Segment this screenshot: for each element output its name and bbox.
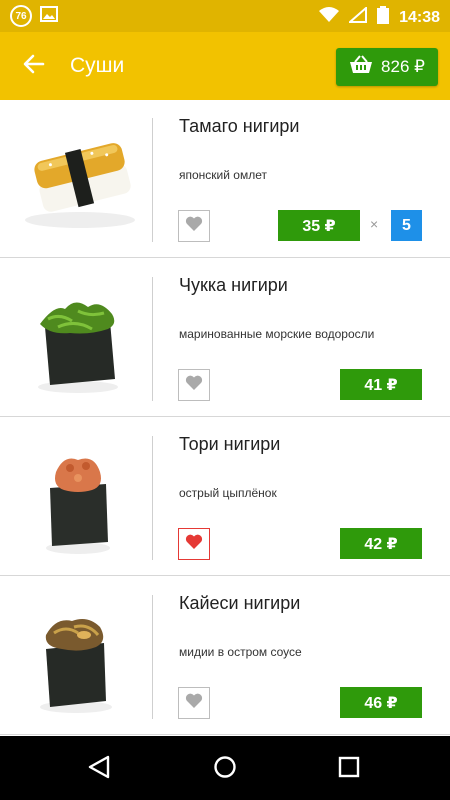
page-title: Суши <box>70 54 125 77</box>
product-image-tori <box>0 428 150 566</box>
favorite-button[interactable] <box>178 687 210 719</box>
cart-total: 826 ₽ <box>381 57 425 76</box>
item-title: Тамаго нигири <box>179 116 300 136</box>
item-divider <box>152 277 153 401</box>
price-button[interactable]: 35 ₽ <box>278 210 360 241</box>
cart-button[interactable]: 826 ₽ <box>336 48 438 86</box>
list-item[interactable]: Кайеси нигири мидии в остром соусе 46 ₽ <box>0 577 450 735</box>
favorite-button[interactable] <box>178 528 210 560</box>
status-bar: 76 14:38 <box>0 0 450 32</box>
nav-recents-button[interactable] <box>332 752 366 786</box>
signal-icon <box>347 5 368 28</box>
price-button[interactable]: 42 ₽ <box>340 528 422 559</box>
notification-count-badge: 76 <box>10 5 32 27</box>
favorite-button[interactable] <box>178 369 210 401</box>
status-left: 76 <box>10 5 58 27</box>
list-item[interactable]: Чукка нигири маринованные морские водоро… <box>0 259 450 417</box>
list-item[interactable]: Тори нигири острый цыплёнок 42 ₽ <box>0 418 450 576</box>
list-item[interactable]: Тамаго нигири японский омлет 35 ₽ × 5 <box>0 100 450 258</box>
item-description: острый цыплёнок <box>179 486 277 500</box>
product-image-tamago <box>0 110 150 248</box>
quantity-multiplier: × <box>370 216 379 232</box>
item-description: маринованные морские водоросли <box>179 327 375 341</box>
item-title: Чукка нигири <box>179 275 288 295</box>
item-divider <box>152 595 153 719</box>
status-right: 14:38 <box>319 5 440 29</box>
heart-icon <box>185 216 203 237</box>
price-button[interactable]: 46 ₽ <box>340 687 422 718</box>
wifi-icon <box>319 7 340 28</box>
item-title: Тори нигири <box>179 434 281 454</box>
price-button[interactable]: 41 ₽ <box>340 369 422 400</box>
item-description: мидии в остром соусе <box>179 645 302 659</box>
system-navigation-bar <box>0 736 450 800</box>
back-triangle-icon <box>88 755 110 784</box>
heart-icon <box>185 693 203 714</box>
item-divider <box>152 118 153 242</box>
product-image-kaiesi <box>0 587 150 725</box>
item-title: Кайеси нигири <box>179 593 301 613</box>
back-button[interactable] <box>14 46 54 86</box>
product-image-chukka <box>0 269 150 407</box>
home-circle-icon <box>213 755 237 784</box>
image-icon <box>40 5 58 27</box>
battery-icon <box>377 6 390 29</box>
recents-square-icon <box>338 756 360 783</box>
favorite-button[interactable] <box>178 210 210 242</box>
item-divider <box>152 436 153 560</box>
quantity-badge[interactable]: 5 <box>391 210 422 241</box>
arrow-left-icon <box>22 52 46 81</box>
heart-icon <box>185 534 203 555</box>
nav-home-button[interactable] <box>208 752 242 786</box>
heart-icon <box>185 375 203 396</box>
item-description: японский омлет <box>179 168 267 182</box>
app-bar: Суши 826 ₽ <box>0 32 450 100</box>
basket-icon <box>349 54 373 80</box>
nav-back-button[interactable] <box>82 752 116 786</box>
product-list: Тамаго нигири японский омлет 35 ₽ × 5 Чу… <box>0 100 450 736</box>
clock: 14:38 <box>399 8 440 26</box>
